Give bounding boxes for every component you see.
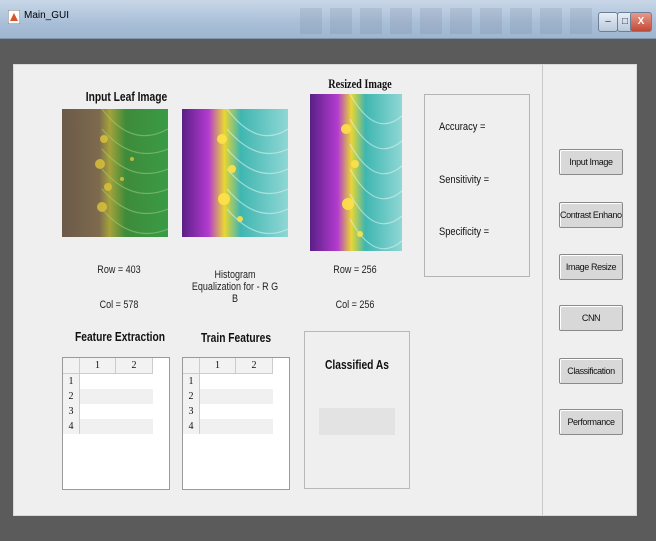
histogram-caption: Histogram Equalization for - R G B (191, 269, 279, 305)
cnn-button[interactable]: CNN (559, 305, 623, 331)
classified-heading: Classified As (324, 358, 389, 372)
title-bar: Main_GUI – □ X (0, 0, 656, 39)
accuracy-label: Accuracy = (439, 121, 486, 133)
specificity-label: Specificity = (439, 226, 490, 238)
classification-result (319, 408, 395, 435)
column-header: 1 (80, 358, 116, 374)
train-table[interactable]: 1 2 1 2 3 4 (182, 357, 290, 490)
input-image-button[interactable]: Input Image (559, 149, 623, 175)
histogram-equalized-image (182, 109, 288, 237)
row-header: 2 (183, 389, 200, 404)
feature-table[interactable]: 1 2 1 2 3 4 (62, 357, 170, 490)
input-row-label: Row = 403 (97, 264, 141, 276)
table-row[interactable] (80, 389, 153, 404)
column-header: 2 (236, 358, 273, 374)
resized-image (310, 94, 402, 251)
close-button[interactable]: X (630, 12, 652, 32)
classification-button[interactable]: Classification (559, 358, 623, 384)
row-header: 1 (63, 374, 80, 389)
table-row[interactable] (200, 419, 273, 434)
input-image-heading: Input Leaf Image (85, 90, 168, 104)
figure-panel: Input Leaf Image Row = 403 Col = 578 His… (13, 64, 637, 516)
table-corner (183, 358, 200, 374)
table-corner (63, 358, 80, 374)
resized-image-heading: Resized Image (328, 77, 392, 91)
column-header: 1 (200, 358, 236, 374)
input-leaf-image (62, 109, 168, 237)
metrics-panel: Accuracy = Sensitivity = Specificity = (424, 94, 530, 277)
sensitivity-label: Sensitivity = (439, 174, 490, 186)
background-ghost (300, 8, 600, 34)
row-header: 4 (63, 419, 80, 434)
contrast-enhancement-button[interactable]: Contrast Enhancement (559, 202, 623, 228)
row-header: 4 (183, 419, 200, 434)
row-header: 1 (183, 374, 200, 389)
window-title: Main_GUI (24, 10, 70, 21)
matlab-icon (8, 10, 20, 24)
row-header: 3 (183, 404, 200, 419)
row-header: 2 (63, 389, 80, 404)
performance-button[interactable]: Performance (559, 409, 623, 435)
resized-col-label: Col = 256 (335, 299, 375, 311)
main-window: Main_GUI – □ X Input Leaf Image Row = 40… (0, 0, 656, 541)
feature-extraction-heading: Feature Extraction (74, 330, 165, 344)
image-resize-button[interactable]: Image Resize (559, 254, 623, 280)
train-features-heading: Train Features (200, 331, 272, 345)
classified-panel: Classified As (304, 331, 410, 489)
table-row[interactable] (80, 419, 153, 434)
minimize-button[interactable]: – (598, 12, 618, 32)
resized-row-label: Row = 256 (333, 264, 377, 276)
table-row[interactable] (200, 389, 273, 404)
panel-divider (542, 65, 543, 515)
input-col-label: Col = 578 (99, 299, 139, 311)
row-header: 3 (63, 404, 80, 419)
column-header: 2 (116, 358, 153, 374)
